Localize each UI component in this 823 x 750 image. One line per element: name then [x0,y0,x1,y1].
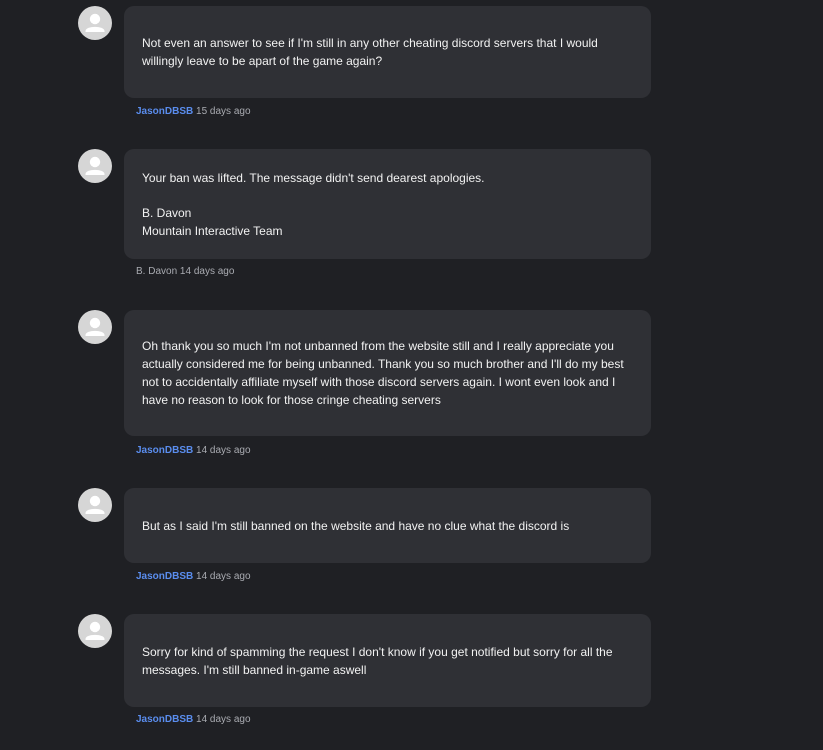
message-bubble: Oh thank you so much I'm not unbanned fr… [124,310,651,436]
message-meta: JasonDBSB 14 days ago [136,445,251,457]
message-text: Sorry for kind of spamming the request I… [142,644,613,677]
message-signature: B. Davon Mountain Interactive Team [142,205,283,238]
author-link[interactable]: JasonDBSB [136,445,193,456]
author-link[interactable]: B. Davon [136,266,177,277]
author-link[interactable]: JasonDBSB [136,571,193,582]
message-meta: B. Davon 14 days ago [136,266,234,278]
message-text: Not even an answer to see if I'm still i… [142,36,598,68]
user-avatar-icon[interactable] [78,149,112,183]
message-time: 14 days ago [196,714,251,725]
message-meta: JasonDBSB 15 days ago [136,106,251,118]
author-link[interactable]: JasonDBSB [136,106,193,117]
message-time: 15 days ago [196,106,251,117]
message-bubble: Your ban was lifted. The message didn't … [124,149,651,259]
message-bubble: Not even an answer to see if I'm still i… [124,6,651,98]
user-avatar-icon[interactable] [78,614,112,648]
message-time: 14 days ago [196,445,251,456]
message-bubble: But as I said I'm still banned on the we… [124,488,651,563]
message-time: 14 days ago [179,266,235,277]
user-avatar-icon[interactable] [78,488,112,522]
message-text: Your ban was lifted. The message didn't … [142,170,485,185]
message-time: 14 days ago [196,571,251,582]
message-text: But as I said I'm still banned on the we… [142,518,570,533]
message-thread: Not even an answer to see if I'm still i… [0,0,823,750]
author-link[interactable]: JasonDBSB [136,714,193,725]
message-meta: JasonDBSB 14 days ago [136,714,251,726]
user-avatar-icon[interactable] [78,6,112,40]
message-bubble: Sorry for kind of spamming the request I… [124,614,651,707]
message-text: Oh thank you so much I'm not unbanned fr… [142,339,624,407]
message-meta: JasonDBSB 14 days ago [136,571,251,583]
user-avatar-icon[interactable] [78,310,112,344]
